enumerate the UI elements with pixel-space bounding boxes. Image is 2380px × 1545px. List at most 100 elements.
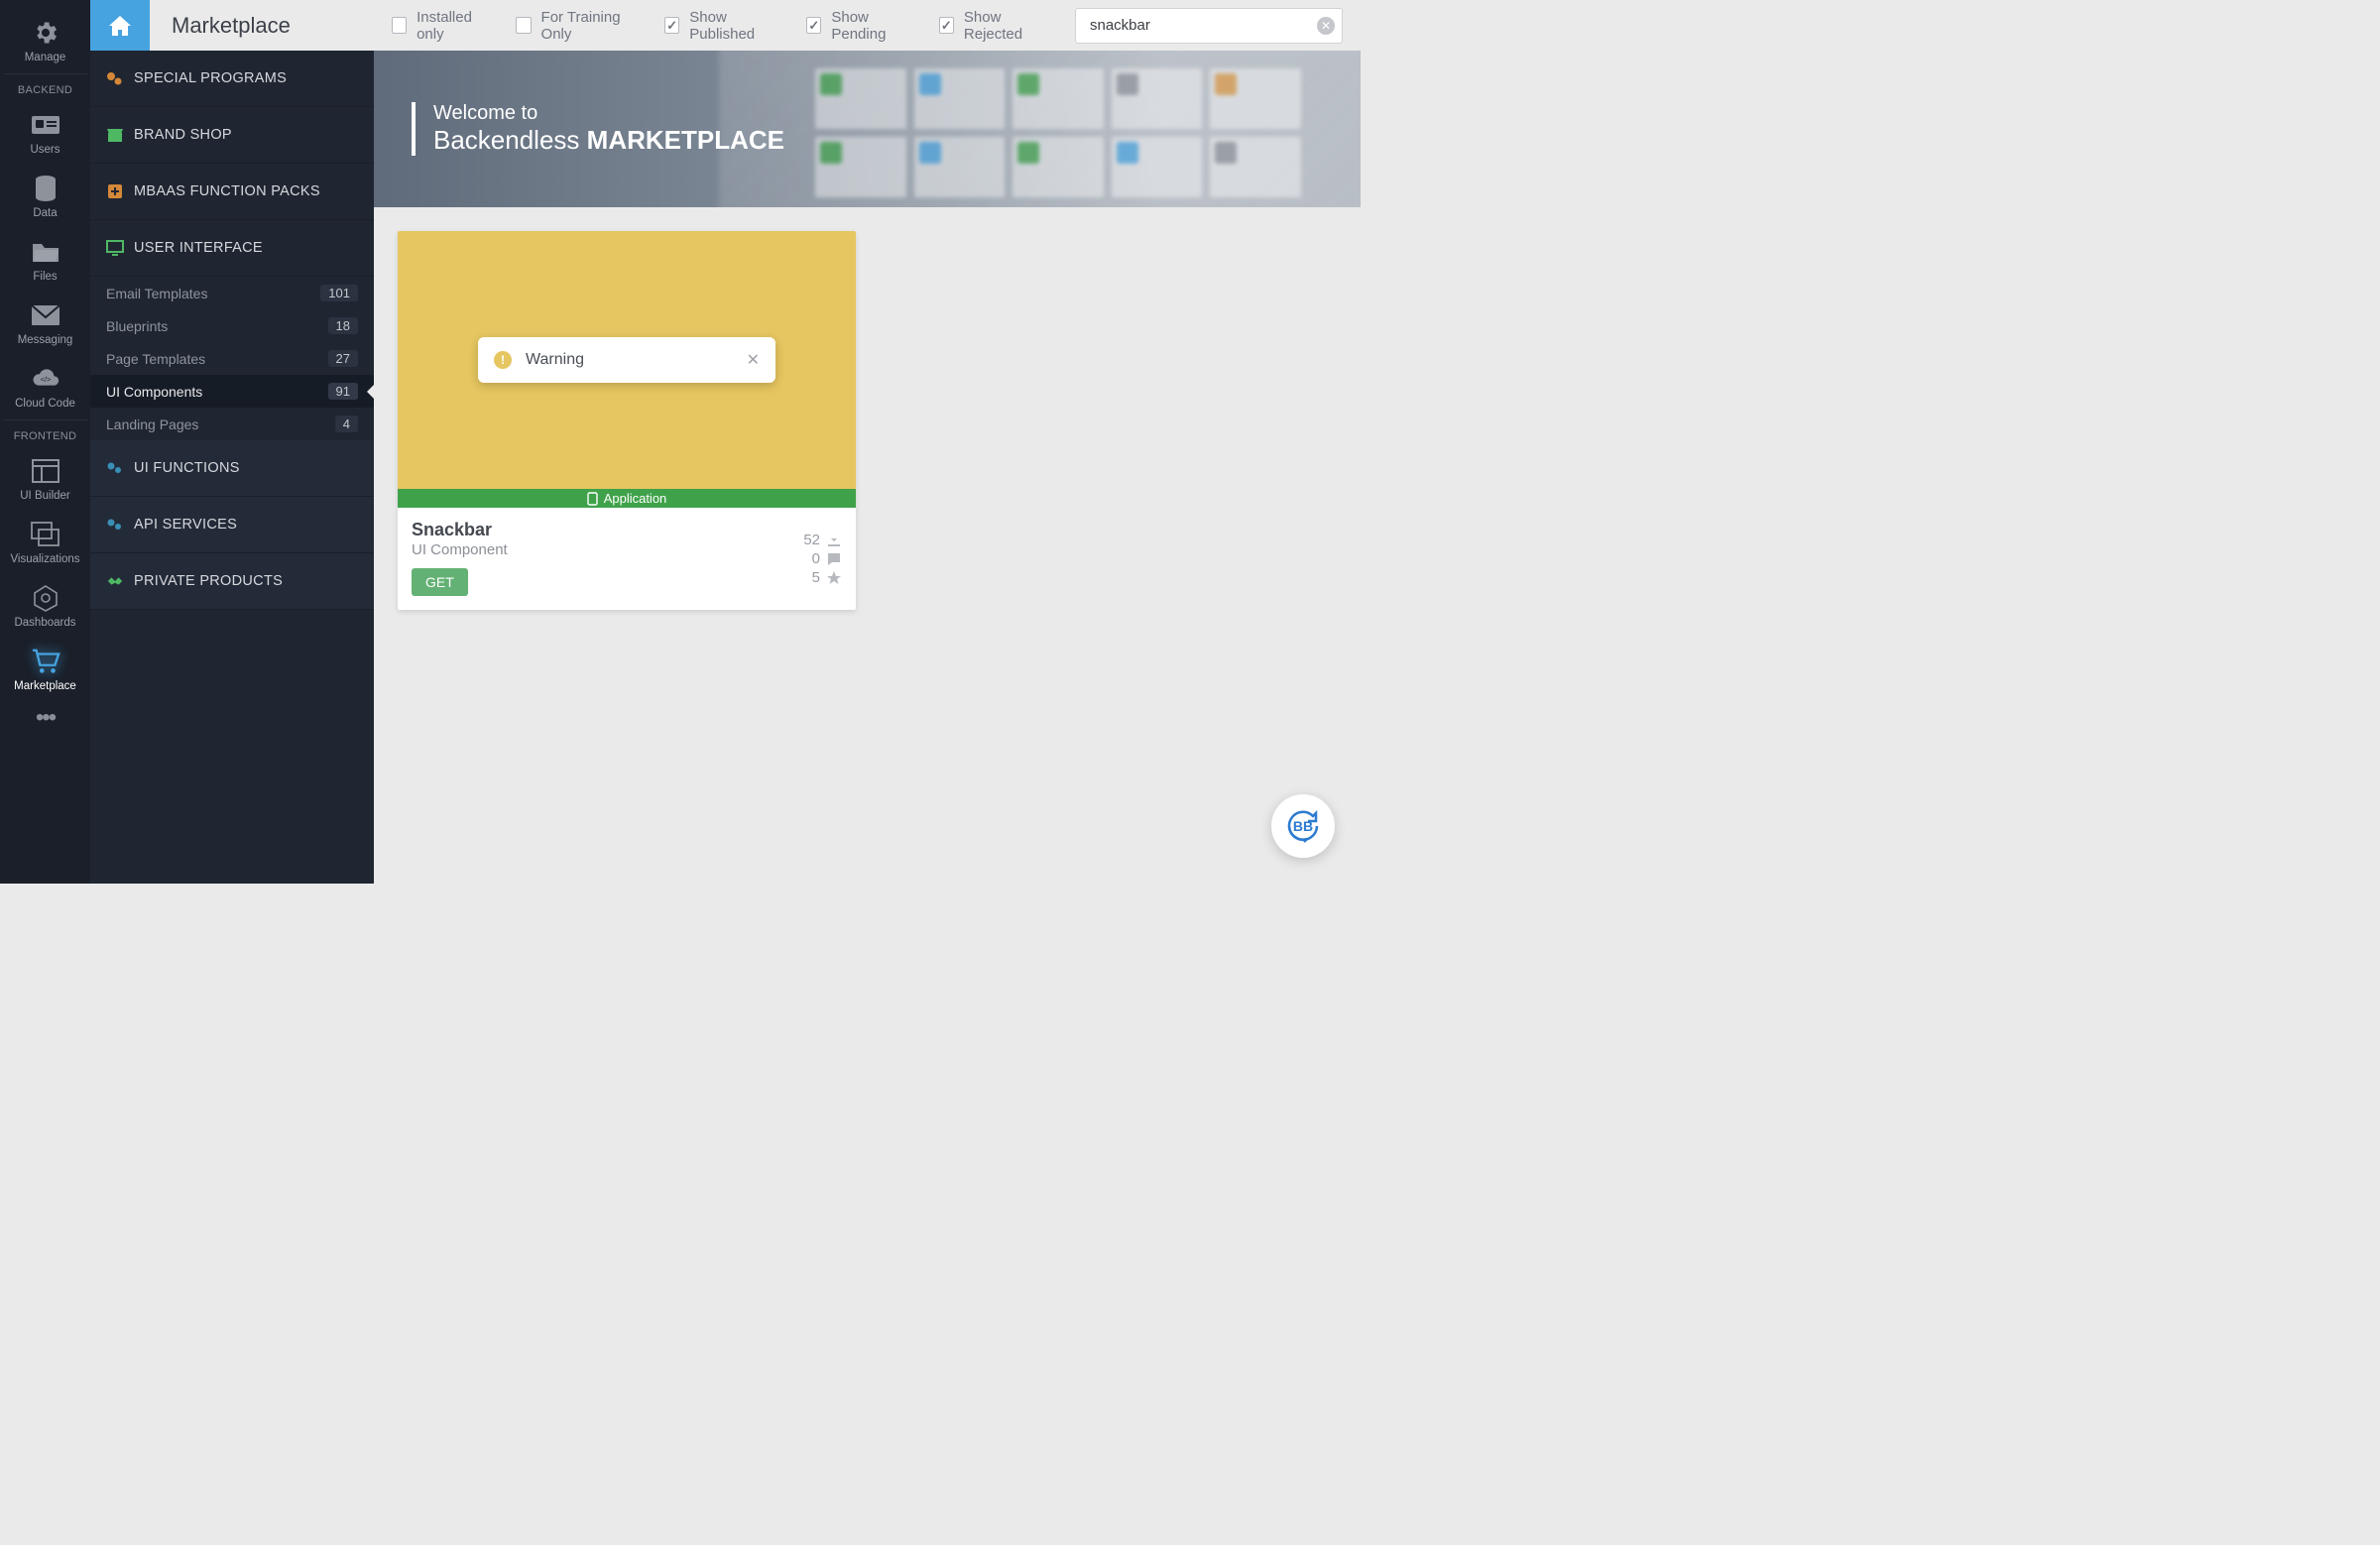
rail-item-ui-builder[interactable]: UI Builder [0,446,90,510]
rail-item-marketplace[interactable]: Marketplace [0,637,90,700]
rail-label-users: Users [30,144,60,156]
mobile-icon [587,492,598,506]
filter-label: Show Rejected [964,9,1051,43]
gears-icon [106,69,124,87]
rail-item-manage[interactable]: Manage [0,8,90,71]
rail-label-visualizations: Visualizations [10,553,79,565]
rail-label-messaging: Messaging [18,334,73,346]
subcategory-ui-components[interactable]: UI Components 91 [90,375,374,408]
subcategory-page-templates[interactable]: Page Templates 27 [90,342,374,375]
rail-item-visualizations[interactable]: Visualizations [0,510,90,573]
subcategory-blueprints[interactable]: Blueprints 18 [90,309,374,342]
category-user-interface[interactable]: USER INTERFACE [90,220,374,277]
rail-section-frontend: FRONTEND [14,430,77,442]
filter-label: Show Pending [831,9,914,43]
panel-header: Marketplace [90,0,374,51]
gear-icon [31,18,60,48]
category-label: PRIVATE PRODUCTS [134,573,283,589]
checkbox-icon [664,17,679,34]
checkbox-icon [939,17,954,34]
subcategory-label: Page Templates [106,351,205,367]
subcategory-email-templates[interactable]: Email Templates 101 [90,277,374,309]
comment-icon [826,551,842,567]
rail-item-users[interactable]: Users [0,100,90,164]
card-tag: Application [398,489,856,508]
filter-show-rejected[interactable]: Show Rejected [939,9,1051,43]
shop-icon [106,126,124,144]
dashboards-icon [31,583,60,613]
rail-label-cloud-code: Cloud Code [15,398,75,410]
snackbar-preview: ! Warning ✕ [478,337,775,383]
rail-item-messaging[interactable]: Messaging [0,291,90,354]
rail-item-files[interactable]: Files [0,227,90,291]
rail-more-button[interactable]: ••• [36,700,55,738]
help-fab[interactable]: BB [1271,794,1335,858]
filter-installed-only[interactable]: Installed only [392,9,492,43]
star-icon [826,570,842,586]
page-title: Marketplace [150,13,291,39]
subcategory-count: 101 [320,285,358,301]
welcome-banner: Welcome to Backendless MARKETPLACE [374,51,1361,207]
clear-search-icon[interactable]: ✕ [1317,17,1335,35]
subcategory-label: UI Components [106,384,202,400]
checkbox-icon [806,17,821,34]
category-brand-shop[interactable]: BRAND SHOP [90,107,374,164]
stat-stars: 5 [812,569,842,586]
fab-text: BB [1293,818,1313,834]
rail-item-cloud-code[interactable]: </> Cloud Code [0,354,90,417]
category-label: USER INTERFACE [134,240,263,256]
visualizations-icon [31,520,60,549]
category-api-services[interactable]: API SERVICES [90,497,374,553]
category-label: MBAAS FUNCTION PACKS [134,183,320,199]
plus-box-icon [106,182,124,200]
subcategory-landing-pages[interactable]: Landing Pages 4 [90,408,374,440]
category-label: API SERVICES [134,517,237,533]
subcategory-label: Blueprints [106,318,168,334]
filter-for-training-only[interactable]: For Training Only [516,9,641,43]
rail-label-ui-builder: UI Builder [20,490,70,502]
subcategory-label: Email Templates [106,286,207,301]
filter-show-pending[interactable]: Show Pending [806,9,915,43]
filter-label: For Training Only [541,9,642,43]
category-special-programs[interactable]: SPECIAL PROGRAMS [90,51,374,107]
product-card-snackbar[interactable]: ! Warning ✕ Application Snackbar UI Comp… [398,231,856,610]
filter-label: Show Published [689,9,782,43]
rail-item-data[interactable]: Data [0,164,90,227]
results-grid: ! Warning ✕ Application Snackbar UI Comp… [374,207,1361,634]
rail-label-files: Files [33,271,57,283]
layout-icon [31,456,60,486]
card-stats: 52 0 5 [803,520,842,596]
rail-label-manage: Manage [25,52,66,63]
rail-label-data: Data [33,207,57,219]
rail-item-dashboards[interactable]: Dashboards [0,573,90,637]
subcategory-count: 18 [328,317,358,334]
warning-icon: ! [494,351,512,369]
checkbox-icon [516,17,531,34]
card-body: Snackbar UI Component GET 52 0 [398,508,856,610]
banner-decoration [815,68,1301,197]
subcategory-label: Landing Pages [106,416,198,432]
cloud-code-icon: </> [31,364,60,394]
get-button[interactable]: GET [412,568,468,596]
home-icon [107,14,133,38]
category-private-products[interactable]: PRIVATE PRODUCTS [90,553,374,610]
monitor-icon [106,239,124,257]
search-input[interactable] [1075,8,1343,44]
category-label: UI FUNCTIONS [134,460,240,476]
toolbar: Installed only For Training Only Show Pu… [374,0,1361,51]
category-panel: Marketplace SPECIAL PROGRAMS BRAND SHOP … [90,0,374,884]
category-ui-functions[interactable]: UI FUNCTIONS [90,440,374,497]
category-mbaas-function-packs[interactable]: MBAAS FUNCTION PACKS [90,164,374,220]
filter-show-published[interactable]: Show Published [664,9,782,43]
handshake-icon [106,572,124,590]
id-card-icon [31,110,60,140]
rail-separator [4,419,87,420]
banner-line1: Welcome to [433,102,784,125]
rail-label-marketplace: Marketplace [14,680,76,692]
home-button[interactable] [90,0,150,51]
card-tag-label: Application [604,491,667,506]
cart-icon [31,647,60,676]
rail-separator [4,73,87,74]
banner-line2: Backendless MARKETPLACE [433,125,784,156]
card-title: Snackbar [412,520,508,540]
